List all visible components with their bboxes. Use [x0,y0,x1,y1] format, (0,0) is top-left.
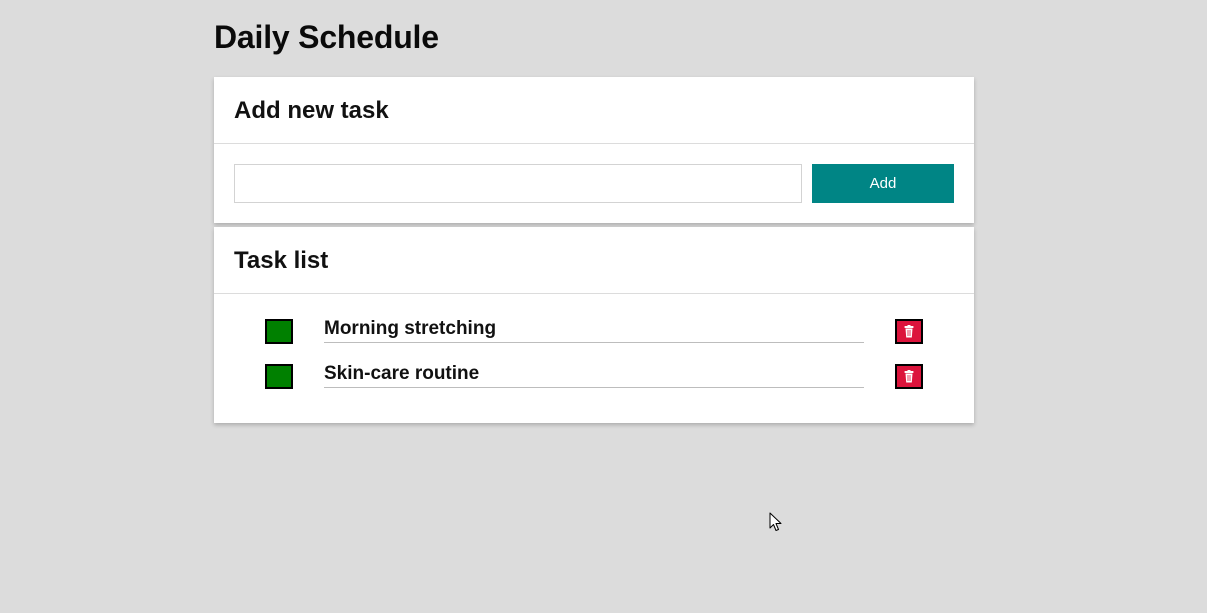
task-row: Morning stretching [214,317,974,364]
add-task-card: Add new task Add [214,77,974,223]
new-task-input[interactable] [234,164,802,203]
task-list-card: Task list Morning stretching Skin-care r… [214,227,974,423]
task-list-header: Task list [214,227,974,294]
add-button[interactable]: Add [812,164,954,203]
task-complete-toggle[interactable] [265,319,293,344]
task-text[interactable]: Skin-care routine [324,362,864,388]
trash-icon [904,370,914,383]
delete-task-button[interactable] [895,319,923,344]
app-container: Daily Schedule Add new task Add Task lis… [214,0,974,423]
task-list-heading: Task list [234,247,329,274]
add-task-body: Add [214,144,974,223]
task-text[interactable]: Morning stretching [324,317,864,343]
page-title: Daily Schedule [214,19,439,55]
task-row: Skin-care routine [214,362,974,409]
task-complete-toggle[interactable] [265,364,293,389]
task-list: Morning stretching Skin-care routine [214,294,974,423]
add-task-heading: Add new task [234,97,389,124]
delete-task-button[interactable] [895,364,923,389]
mouse-cursor-icon [769,512,782,531]
add-task-header: Add new task [214,77,974,144]
trash-icon [904,325,914,338]
